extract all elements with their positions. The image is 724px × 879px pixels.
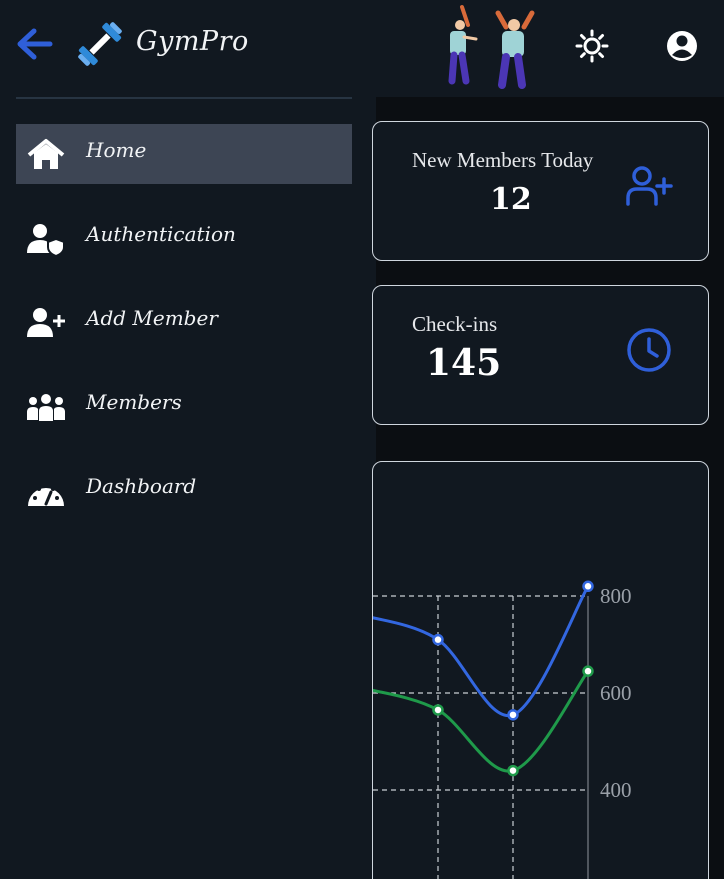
sidebar-item-label: Home [86, 138, 147, 162]
sidebar-drawer: Home Authentication Add Member Members D… [0, 97, 376, 879]
stat-card-check-ins: Check-ins 145 [372, 285, 709, 425]
data-point [432, 633, 444, 646]
home-icon [27, 139, 65, 169]
sidebar-item-label: Members [86, 390, 182, 414]
sidebar-item-authentication[interactable]: Authentication [16, 208, 352, 268]
line-chart: 800 600 400 [373, 580, 632, 879]
y-tick-label: 600 [600, 681, 632, 705]
y-tick-label: 800 [600, 584, 632, 608]
stat-title: New Members Today [412, 148, 594, 172]
stat-value: 145 [426, 342, 502, 384]
data-point [432, 704, 444, 716]
user-shield-icon [27, 224, 65, 256]
y-tick-label: 400 [600, 778, 632, 802]
sidebar-item-label: Add Member [86, 306, 218, 330]
sidebar-item-label: Authentication [86, 222, 236, 246]
people-illustration [448, 5, 535, 89]
stat-value: 12 [490, 182, 532, 217]
gauge-icon [28, 487, 64, 506]
user-plus-icon [626, 166, 673, 206]
sidebar-item-label: Dashboard [86, 474, 197, 498]
check-ins-chart-card: 800 600 400 [372, 461, 709, 879]
data-point [507, 764, 519, 777]
app-brand[interactable]: GymPro [136, 26, 249, 57]
series-line [373, 670, 590, 773]
stat-card-new-members: New Members Today 12 [372, 121, 709, 261]
stat-title: Check-ins [412, 312, 498, 336]
clock-icon [627, 328, 671, 372]
sidebar-item-members[interactable]: Members [16, 376, 352, 436]
sidebar-divider [16, 97, 352, 99]
sidebar-item-add-member[interactable]: Add Member [16, 292, 352, 352]
user-plus-icon [27, 308, 65, 337]
data-point [582, 580, 594, 593]
sun-icon[interactable] [574, 28, 610, 64]
arrow-left-icon[interactable] [14, 26, 54, 62]
users-icon [27, 394, 65, 421]
account-circle-icon[interactable] [664, 28, 700, 64]
sidebar-item-home[interactable]: Home [16, 124, 352, 184]
data-point [507, 709, 519, 721]
top-app-bar: GymPro [0, 0, 724, 97]
dumbbell-icon[interactable] [74, 18, 126, 70]
data-point [582, 665, 594, 677]
sidebar-item-dashboard[interactable]: Dashboard [16, 460, 352, 520]
